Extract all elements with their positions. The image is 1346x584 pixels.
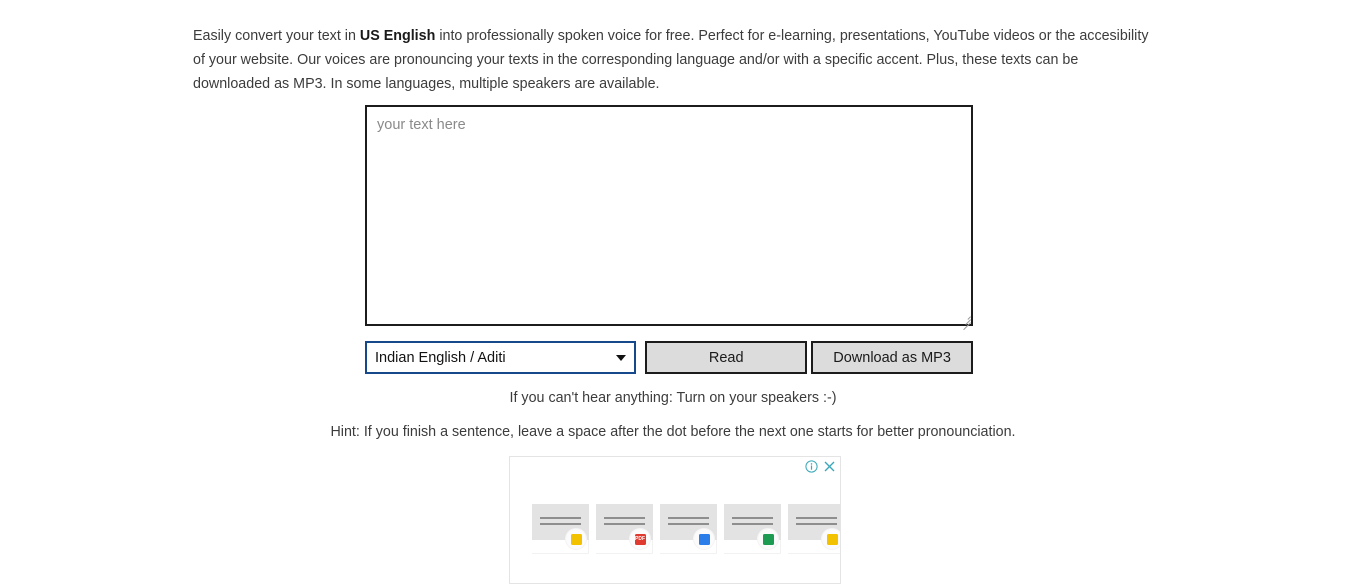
- pronunciation-hint: Hint: If you finish a sentence, leave a …: [330, 424, 1016, 440]
- file-type-icon: PDF: [634, 533, 646, 545]
- speakers-note: If you can't hear anything: Turn on your…: [509, 390, 837, 406]
- file-type-icon: [698, 533, 710, 545]
- download-mp3-button[interactable]: Download as MP3: [811, 341, 974, 374]
- ad-card-badge: [758, 529, 778, 549]
- ad-controls: [805, 460, 836, 473]
- file-type-icon: [570, 533, 582, 545]
- advertisement-block[interactable]: PDF: [509, 456, 841, 584]
- ad-card[interactable]: [660, 504, 717, 554]
- file-type-icon: [826, 533, 838, 545]
- voice-select-value: Indian English / Aditi: [375, 349, 506, 366]
- chevron-down-icon: [616, 354, 627, 361]
- ad-card-list: PDF: [532, 504, 840, 554]
- voice-select[interactable]: Indian English / Aditi: [365, 341, 637, 374]
- close-icon[interactable]: [823, 460, 836, 473]
- info-circle-icon[interactable]: [805, 460, 818, 473]
- intro-paragraph: Easily convert your text in US English i…: [193, 24, 1151, 96]
- controls-row: Indian English / Aditi Read Download as …: [365, 341, 974, 374]
- ad-card[interactable]: [532, 504, 589, 554]
- file-type-icon: [762, 533, 774, 545]
- ad-card-badge: PDF: [630, 529, 650, 549]
- ad-card-badge: [566, 529, 586, 549]
- read-button[interactable]: Read: [645, 341, 808, 374]
- intro-language-highlight: US English: [359, 28, 436, 45]
- ad-card[interactable]: [788, 504, 840, 554]
- ad-card-badge: [822, 529, 840, 549]
- ad-card[interactable]: PDF: [596, 504, 653, 554]
- intro-text-part1: Easily convert your text in: [193, 28, 360, 45]
- text-input-textarea[interactable]: [365, 105, 973, 326]
- ad-card[interactable]: [724, 504, 781, 554]
- ad-card-badge: [694, 529, 714, 549]
